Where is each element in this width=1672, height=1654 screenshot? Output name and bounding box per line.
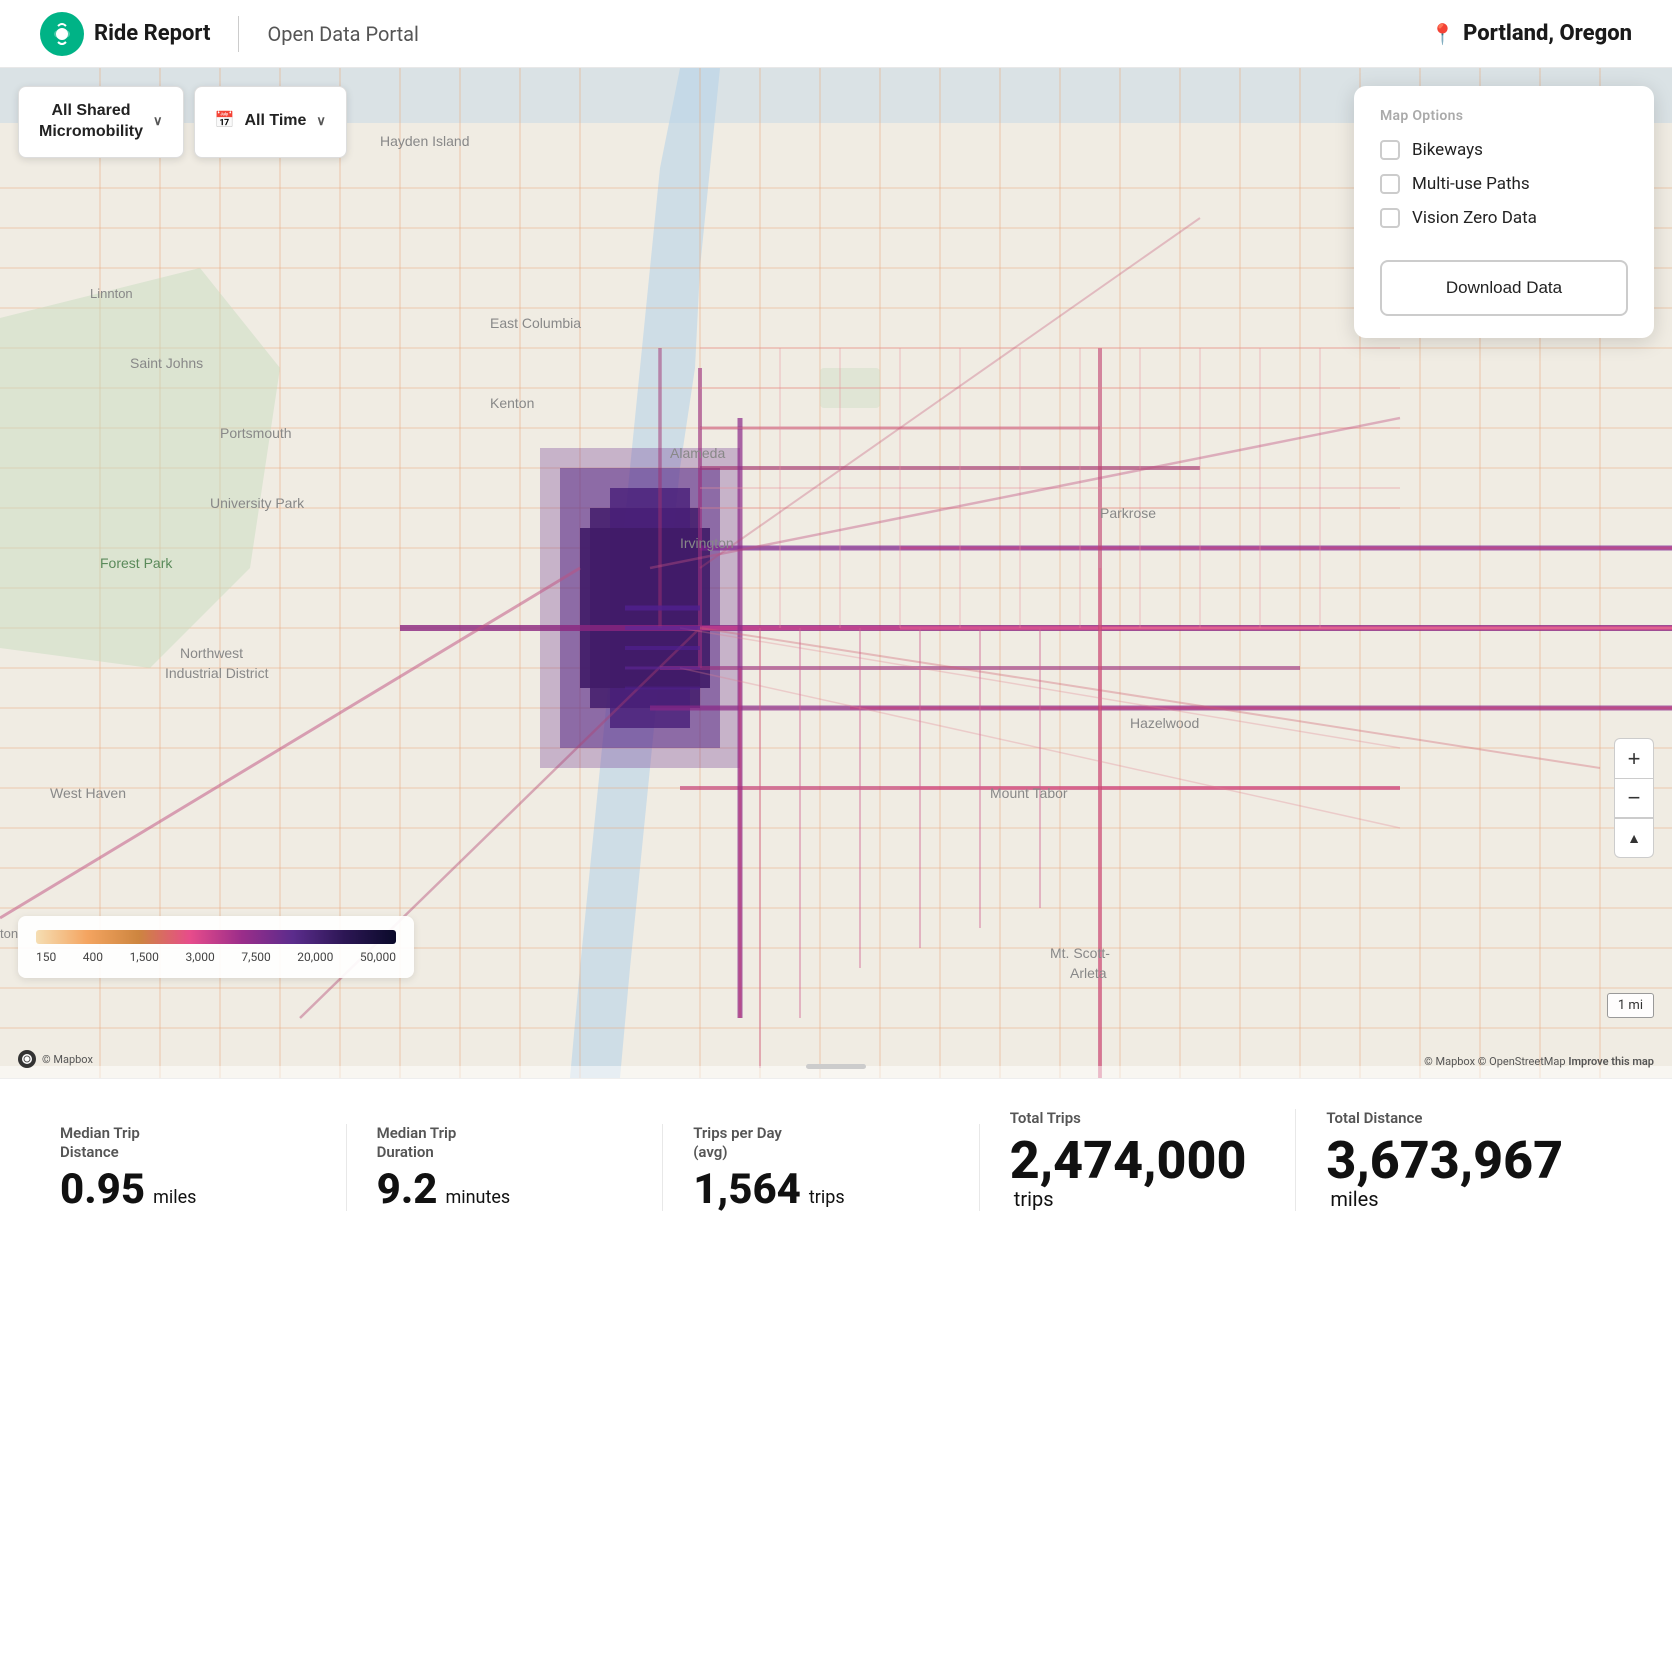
stat-total-trips: Total Trips 2,474,000 trips [980,1109,1297,1211]
svg-text:University Park: University Park [210,495,305,511]
vision-zero-label: Vision Zero Data [1412,208,1537,228]
legend-val-2: 1,500 [130,950,159,964]
svg-text:Hayden Island: Hayden Island [380,133,470,149]
mapbox-logo-icon [18,1050,36,1068]
svg-text:Mount Tabor: Mount Tabor [990,785,1068,801]
legend-labels: 150 400 1,500 3,000 7,500 20,000 50,000 [36,950,396,964]
stat-median-distance: Median TripDistance 0.95 miles [60,1124,347,1211]
stat-total-trips-label: Total Trips [1010,1109,1266,1129]
svg-text:Portsmouth: Portsmouth [220,425,292,441]
header: Ride Report Open Data Portal 📍 Portland,… [0,0,1672,68]
bikeways-option: Bikeways [1380,140,1628,160]
time-label: All Time [244,111,306,132]
legend-val-5: 20,000 [297,950,333,964]
svg-text:Arleta: Arleta [1070,965,1107,981]
multiuse-paths-checkbox[interactable] [1380,174,1400,194]
mobility-dropdown[interactable]: All SharedMicromobility ∨ [18,86,184,158]
header-divider [238,16,239,52]
download-data-button[interactable]: Download Data [1380,260,1628,316]
logo-icon [40,12,84,56]
map-attribution: © Mapbox © OpenStreetMap Improve this ma… [1424,1055,1654,1068]
drag-handle-area [0,1066,1672,1078]
portal-text: Open Data Portal [267,22,418,46]
bikeways-label: Bikeways [1412,140,1483,160]
svg-text:Irvington: Irvington [680,535,734,551]
map-options-panel: Map Options Bikeways Multi-use Paths Vis… [1354,86,1654,338]
multiuse-paths-label: Multi-use Paths [1412,174,1530,194]
stat-median-distance-label: Median TripDistance [60,1124,316,1163]
stat-trips-per-day-value: 1,564 trips [693,1169,949,1211]
time-chevron-icon: ∨ [316,113,326,130]
map-container[interactable]: Hayden Island Linnton Saint Johns Portsm… [0,68,1672,1078]
mapbox-logo: © Mapbox [18,1050,93,1068]
svg-text:ton: ton [0,926,18,941]
zoom-in-button[interactable]: + [1614,738,1654,778]
stat-trips-per-day-label: Trips per Day(avg) [693,1124,949,1163]
svg-text:Forest Park: Forest Park [100,555,173,571]
bikeways-checkbox[interactable] [1380,140,1400,160]
mobility-chevron-icon: ∨ [153,113,163,130]
legend-val-1: 400 [83,950,103,964]
stat-total-distance: Total Distance 3,673,967 miles [1296,1109,1612,1211]
map-options-title: Map Options [1380,108,1628,124]
svg-text:Linnton: Linnton [90,286,133,301]
map-controls: All SharedMicromobility ∨ 📅 All Time ∨ [18,86,347,158]
drag-handle[interactable] [806,1064,866,1069]
mobility-label: All SharedMicromobility [39,101,143,143]
svg-text:East Columbia: East Columbia [490,315,581,331]
scale-bar: 1 mi [1607,993,1654,1018]
vision-zero-option: Vision Zero Data [1380,208,1628,228]
stat-trips-per-day: Trips per Day(avg) 1,564 trips [663,1124,980,1211]
svg-text:Alameda: Alameda [670,445,725,461]
legend-val-6: 50,000 [360,950,396,964]
time-dropdown[interactable]: 📅 All Time ∨ [194,86,347,158]
stat-median-duration-value: 9.2 minutes [377,1169,633,1211]
improve-map-link[interactable]: Improve this map [1568,1055,1654,1068]
svg-text:Parkrose: Parkrose [1100,505,1156,521]
stat-median-duration: Median TripDuration 9.2 minutes [347,1124,664,1211]
svg-text:Saint Johns: Saint Johns [130,355,203,371]
svg-text:Mt. Scott-: Mt. Scott- [1050,945,1110,961]
header-right: 📍 Portland, Oregon [1430,21,1632,46]
stat-median-duration-label: Median TripDuration [377,1124,633,1163]
zoom-controls: + − ▲ [1614,738,1654,858]
legend-val-4: 7,500 [241,950,270,964]
svg-text:West Haven: West Haven [50,785,126,801]
location-text: Portland, Oregon [1463,21,1632,46]
logo-text: Ride Report [94,21,210,46]
legend-val-0: 150 [36,950,56,964]
svg-text:Kenton: Kenton [490,395,534,411]
stats-bar: Median TripDistance 0.95 miles Median Tr… [0,1078,1672,1241]
svg-text:Northwest: Northwest [180,645,243,661]
location-pin-icon: 📍 [1430,22,1455,46]
stat-total-distance-label: Total Distance [1326,1109,1582,1129]
mapbox-credit: © Mapbox [42,1053,93,1066]
logo: Ride Report [40,12,210,56]
zoom-out-button[interactable]: − [1614,778,1654,818]
compass-button[interactable]: ▲ [1614,818,1654,858]
legend-gradient [36,930,396,944]
stat-median-distance-value: 0.95 miles [60,1169,316,1211]
svg-text:Industrial District: Industrial District [165,665,269,681]
legend: 150 400 1,500 3,000 7,500 20,000 50,000 [18,916,414,978]
multiuse-paths-option: Multi-use Paths [1380,174,1628,194]
svg-text:Hazelwood: Hazelwood [1130,715,1199,731]
calendar-icon: 📅 [215,111,235,132]
legend-val-3: 3,000 [185,950,214,964]
vision-zero-checkbox[interactable] [1380,208,1400,228]
header-left: Ride Report Open Data Portal [40,12,419,56]
stat-total-trips-value: 2,474,000 trips [1010,1135,1266,1211]
stat-total-distance-value: 3,673,967 miles [1326,1135,1582,1211]
